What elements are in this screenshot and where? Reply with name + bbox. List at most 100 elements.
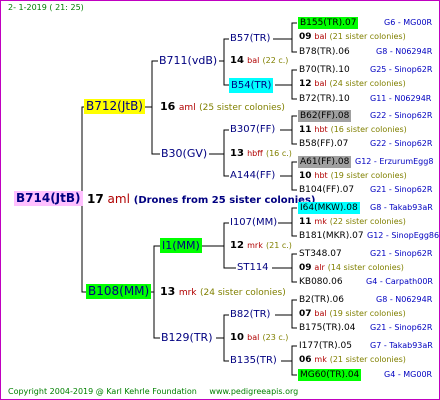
g4-bottom-anc-0: G8 - N06294R xyxy=(376,47,433,56)
g4-bottom-5[interactable]: KB080.06 xyxy=(299,276,343,288)
header-counter: 2- 1-2019 ( 21: 25) xyxy=(8,3,84,12)
root-note: (Drones from 25 sister colonies) xyxy=(133,195,316,206)
g2-queen-3[interactable]: B129(TR) xyxy=(161,332,213,344)
g4-top-anc-5: G21 - Sinop62R xyxy=(370,249,433,258)
root-mark: aml xyxy=(107,192,130,206)
g4-note-0: (21 sister colonies) xyxy=(329,32,406,41)
g4-bottom-6[interactable]: B175(TR).04 xyxy=(299,322,355,334)
copyright-label: Copyright 2004-2019 @ Karl Kehrle Founda… xyxy=(8,387,197,396)
g3-queen-5[interactable]: ST114 xyxy=(237,262,269,274)
g2-info-3: 10 bal (23 c.) xyxy=(230,332,288,344)
g2-year-3: 10 xyxy=(230,332,244,343)
g4-mid-4: 11 mk (22 sister colonies) xyxy=(299,216,406,228)
g2-queen-2[interactable]: I1(MM) xyxy=(160,238,202,253)
connector-g3-3 xyxy=(280,161,297,191)
g4-mid-1: 12 bal (24 sister colonies) xyxy=(299,78,406,90)
g4-mid-3: 10 hbt (19 sister colonies) xyxy=(299,170,407,182)
g2-note-2: (21 c.) xyxy=(266,241,292,250)
g4-year-3: 10 xyxy=(299,171,312,181)
g4-top-3[interactable]: A61(FF).08 xyxy=(298,156,352,168)
g4-top-anc-2: G22 - Sinop62R xyxy=(370,111,433,120)
g4-mark-1: bal xyxy=(314,79,327,88)
g4-bottom-1[interactable]: B72(TR).10 xyxy=(299,93,350,105)
g4-top-4[interactable]: I64(MKW).08 xyxy=(298,202,360,214)
connector-g3-2 xyxy=(280,115,297,145)
g4-top-anc-1: G25 - Sinop62R xyxy=(370,65,433,74)
g4-bottom-4[interactable]: B181(MKR).07 xyxy=(299,230,364,242)
sire-info: 13 mrk (24 sister colonies) xyxy=(160,286,286,299)
g4-note-7: (21 sister colonies) xyxy=(329,355,406,364)
dam-queen[interactable]: B712(JtB) xyxy=(84,99,145,114)
g4-bottom-7[interactable]: MG60(TR).04 xyxy=(298,369,362,381)
g4-top-7[interactable]: I177(TR).05 xyxy=(299,340,352,352)
g2-queen-1[interactable]: B30(GV) xyxy=(161,148,207,160)
g3-queen-4[interactable]: I107(MM) xyxy=(230,217,277,229)
g4-mark-3: hbt xyxy=(314,171,328,180)
dam-note: (25 sister colonies) xyxy=(199,103,285,113)
g4-mark-5: alr xyxy=(314,263,325,272)
g2-note-1: (16 c.) xyxy=(265,149,292,158)
g4-bottom-anc-1: G11 - N06294R xyxy=(370,94,432,103)
sire-year: 13 xyxy=(160,285,176,298)
g4-note-1: (24 sister colonies) xyxy=(329,79,406,88)
g4-mark-6: bal xyxy=(314,309,327,318)
connector-g3-5 xyxy=(272,253,297,283)
g2-year-0: 14 xyxy=(230,55,244,66)
g4-top-2[interactable]: B62(FF).08 xyxy=(298,110,352,122)
g4-mark-2: hbt xyxy=(314,125,328,134)
g4-note-3: (19 sister colonies) xyxy=(330,171,407,180)
g4-mark-0: bal xyxy=(314,32,327,41)
g2-mark-2: mrk xyxy=(247,241,263,250)
g3-queen-1[interactable]: B54(TR) xyxy=(229,78,274,93)
g4-top-anc-3: G12 - ErzurumEgg8 xyxy=(355,157,434,166)
g4-bottom-2[interactable]: B58(FF).07 xyxy=(299,138,348,150)
connector-g3-7 xyxy=(281,345,297,376)
connector-g2-3 xyxy=(216,314,229,362)
sire-mark: mrk xyxy=(178,288,197,298)
g2-note-0: (22 c.) xyxy=(262,56,289,65)
g4-top-0[interactable]: B155(TR).07 xyxy=(298,17,359,29)
g4-top-anc-7: G7 - Takab93aR xyxy=(370,341,433,350)
g4-mid-0: 09 bal (21 sister colonies) xyxy=(299,31,406,43)
g2-year-2: 12 xyxy=(230,240,244,251)
g4-note-4: (22 sister colonies) xyxy=(329,217,406,226)
g3-queen-7[interactable]: B135(TR) xyxy=(230,355,277,367)
g4-mark-4: mk xyxy=(314,217,327,226)
g4-year-1: 12 xyxy=(299,79,312,89)
g4-top-1[interactable]: B70(TR).10 xyxy=(299,64,350,76)
dam-info: 16 aml (25 sister colonies) xyxy=(160,101,285,114)
root-queen[interactable]: B714(JtB) xyxy=(14,191,83,206)
g4-top-6[interactable]: B2(TR).06 xyxy=(299,294,344,306)
connector-g2-1 xyxy=(209,129,229,177)
g3-queen-3[interactable]: A144(FF) xyxy=(230,170,275,182)
connector-dam xyxy=(143,60,160,155)
g4-bottom-anc-2: G22 - Sinop62R xyxy=(370,139,433,148)
g4-year-6: 07 xyxy=(299,309,312,319)
sire-queen[interactable]: B108(MM) xyxy=(86,284,152,299)
g2-queen-0[interactable]: B711(vdB) xyxy=(159,55,217,67)
g2-note-3: (23 c.) xyxy=(262,333,289,342)
g4-bottom-anc-4: G12 - SinopEgg86R xyxy=(367,231,440,240)
g4-note-2: (16 sister colonies) xyxy=(330,125,407,134)
g4-top-5[interactable]: ST348.07 xyxy=(299,248,342,260)
g4-year-5: 09 xyxy=(299,263,312,273)
g3-queen-2[interactable]: B307(FF) xyxy=(230,124,275,136)
g4-note-6: (19 sister colonies) xyxy=(329,309,406,318)
g4-year-4: 11 xyxy=(299,217,312,227)
g4-bottom-3[interactable]: B104(FF).07 xyxy=(299,184,354,196)
g3-queen-6[interactable]: B82(TR) xyxy=(230,309,270,321)
connector-g3-1 xyxy=(275,69,297,100)
site-link[interactable]: www.pedigreeapis.org xyxy=(209,387,298,396)
dam-mark: aml xyxy=(178,103,196,113)
g4-bottom-0[interactable]: B78(TR).06 xyxy=(299,46,350,58)
connector-g3-0 xyxy=(273,22,297,53)
connector-g2-0 xyxy=(219,38,229,86)
root-year: 17 xyxy=(87,192,104,206)
g2-mark-0: bal xyxy=(247,56,260,65)
g4-mid-2: 11 hbt (16 sister colonies) xyxy=(299,124,407,136)
g2-info-2: 12 mrk (21 c.) xyxy=(230,240,292,252)
g3-queen-0[interactable]: B57(TR) xyxy=(230,33,270,45)
g4-top-anc-6: G8 - N06294R xyxy=(376,295,433,304)
g4-year-2: 11 xyxy=(299,125,312,135)
g4-mid-5: 09 alr (14 sister colonies) xyxy=(299,262,404,274)
